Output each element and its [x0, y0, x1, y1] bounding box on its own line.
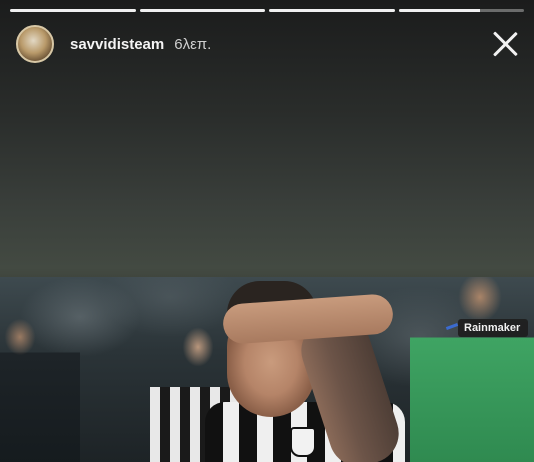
progress-segment — [398, 9, 524, 12]
profile-avatar[interactable] — [16, 25, 54, 63]
watermark-tag: Rainmaker — [458, 319, 529, 337]
progress-segment — [139, 9, 265, 12]
main-player-saluting — [205, 277, 415, 462]
close-icon[interactable] — [492, 30, 520, 58]
progress-fill — [10, 9, 136, 12]
background-player-left — [0, 307, 80, 462]
story-viewer[interactable]: savvidisteam 6λεπ. Rainmaker — [0, 0, 534, 462]
progress-fill — [269, 9, 395, 12]
story-progress-bar — [10, 9, 524, 12]
story-timestamp: 6λεπ. — [174, 35, 212, 53]
background-player-right — [410, 277, 534, 462]
progress-fill — [398, 9, 481, 12]
progress-segment — [10, 9, 136, 12]
progress-segment — [269, 9, 395, 12]
progress-fill — [139, 9, 265, 12]
story-username[interactable]: savvidisteam — [70, 36, 164, 53]
story-header: savvidisteam 6λεπ. — [16, 24, 520, 64]
club-crest-icon — [290, 427, 316, 457]
story-photo — [0, 277, 534, 462]
